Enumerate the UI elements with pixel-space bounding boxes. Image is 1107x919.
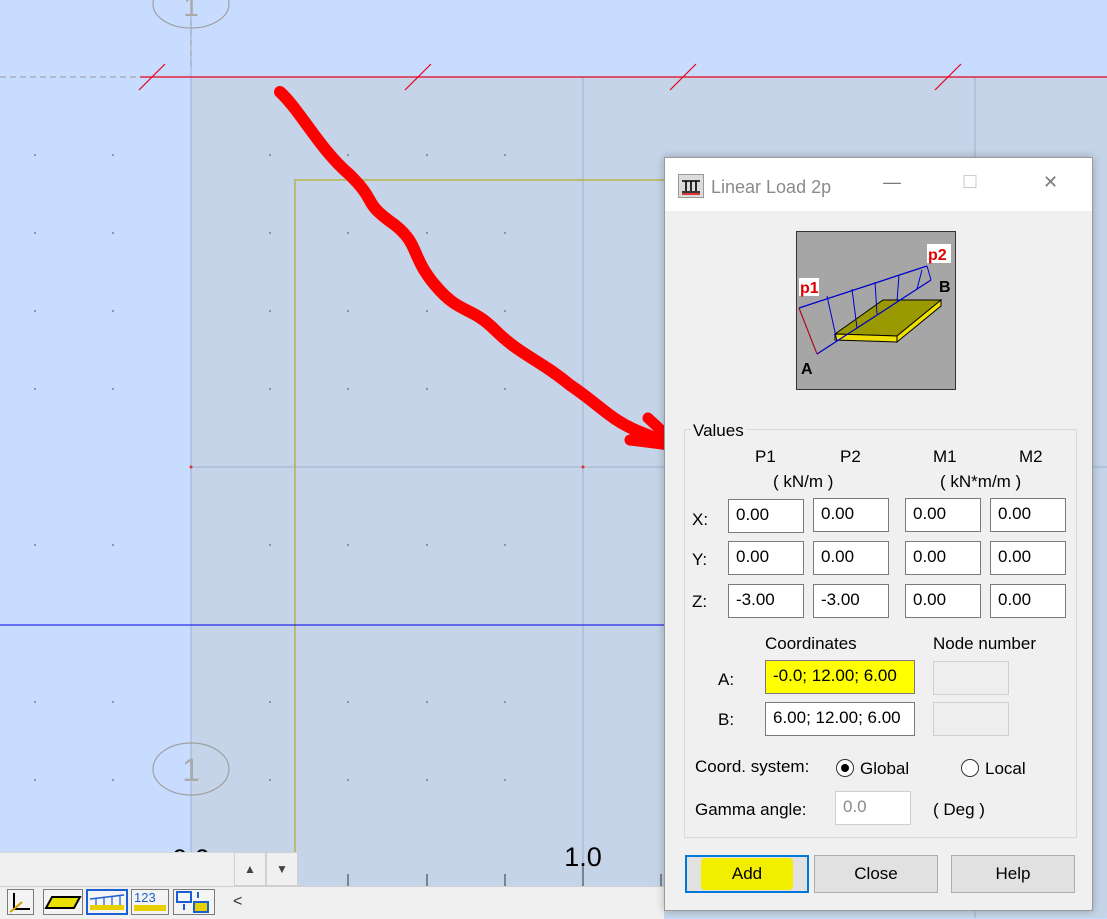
row-label-y: Y:	[692, 550, 708, 569]
point-b-coordinates-field[interactable]: 6.00; 12.00; 6.00	[765, 702, 915, 736]
minimize-button[interactable]: —	[883, 172, 901, 193]
illustration-p2: p2	[928, 247, 947, 264]
z-p1-field[interactable]: -3.00	[728, 584, 804, 618]
maximize-button: ☐	[962, 172, 978, 193]
spin-down-icon: ▼	[276, 862, 288, 876]
point-b-label: B:	[718, 710, 735, 729]
axis-label-bottom: 1	[182, 752, 200, 788]
header-p1: P1	[755, 447, 776, 466]
chevron-left-icon: <	[233, 893, 243, 910]
y-p1-field[interactable]: 0.00	[728, 541, 804, 575]
layout-icon[interactable]	[173, 889, 215, 915]
coord-system-label: Coord. system:	[695, 757, 810, 776]
status-area	[0, 852, 234, 887]
close-window-button[interactable]: ✕	[1043, 172, 1058, 193]
axis-label-top: 1	[183, 0, 199, 22]
title-bar[interactable]: Linear Load 2p — ☐ ✕	[665, 158, 1092, 211]
y-p2-field[interactable]: 0.00	[813, 541, 889, 575]
numbering-text: 123	[134, 890, 156, 905]
values-group-label: Values	[691, 421, 746, 441]
spin-up-icon: ▲	[244, 862, 256, 876]
header-m2: M2	[1019, 447, 1043, 466]
add-button-label: Add	[731, 864, 763, 883]
point-a-node-field	[933, 661, 1009, 695]
numbering-icon[interactable]: 123	[131, 889, 169, 915]
units-force: ( kN/m )	[773, 472, 834, 491]
illustration-a: A	[801, 361, 813, 378]
local-radio[interactable]	[961, 759, 979, 777]
linear-load-title-icon	[678, 174, 704, 198]
axis-tool-icon[interactable]	[7, 889, 34, 915]
minimize-icon: —	[883, 172, 901, 192]
row-label-x: X:	[692, 510, 709, 529]
x-p2-field[interactable]: 0.00	[813, 498, 889, 532]
help-button[interactable]: Help	[951, 855, 1075, 893]
gamma-unit-label: ( Deg )	[933, 800, 985, 819]
y-m1-field[interactable]: 0.00	[905, 541, 981, 575]
spin-up-button[interactable]: ▲	[234, 852, 266, 886]
local-radio-label[interactable]: Local	[985, 759, 1026, 779]
x-tick-1: 1.0	[564, 842, 602, 872]
point-a-coordinates-field[interactable]: -0.0; 12.00; 6.00	[765, 660, 915, 694]
gamma-angle-label: Gamma angle:	[695, 800, 807, 819]
row-label-z: Z:	[692, 592, 708, 611]
node-number-header: Node number	[933, 634, 1037, 653]
z-m2-field[interactable]: 0.00	[990, 584, 1066, 618]
maximize-icon: ☐	[962, 172, 979, 192]
illustration-p1: p1	[800, 280, 819, 297]
global-radio[interactable]	[836, 759, 854, 777]
point-b-node-field	[933, 702, 1009, 736]
plate-icon[interactable]	[43, 889, 83, 915]
z-m1-field[interactable]: 0.00	[905, 584, 981, 618]
dialog-title: Linear Load 2p	[711, 177, 832, 197]
load-illustration: p1 p2 A B	[796, 231, 956, 390]
y-m2-field[interactable]: 0.00	[990, 541, 1066, 575]
linear-load-dialog: Linear Load 2p — ☐ ✕ p1 p2 A B Values P1…	[664, 157, 1093, 911]
x-p1-field[interactable]: 0.00	[728, 499, 804, 533]
help-button-label: Help	[995, 864, 1031, 883]
coordinates-header: Coordinates	[765, 634, 857, 653]
header-p2: P2	[840, 447, 861, 466]
scroll-left-button[interactable]: <	[233, 893, 242, 911]
z-p2-field[interactable]: -3.00	[813, 584, 889, 618]
x-m1-field[interactable]: 0.00	[905, 498, 981, 532]
gamma-angle-field[interactable]: 0.0	[835, 791, 911, 825]
linear-load-icon[interactable]	[86, 889, 128, 915]
global-radio-label[interactable]: Global	[860, 759, 909, 779]
close-button-label: Close	[854, 864, 898, 883]
point-a-label: A:	[718, 670, 735, 689]
header-m1: M1	[933, 447, 957, 466]
illustration-b: B	[939, 279, 951, 296]
close-button[interactable]: Close	[814, 855, 938, 893]
x-m2-field[interactable]: 0.00	[990, 498, 1066, 532]
spin-down-button[interactable]: ▼	[266, 852, 298, 886]
close-icon: ✕	[1043, 172, 1059, 192]
add-button[interactable]: Add	[685, 855, 809, 893]
units-moment: ( kN*m/m )	[940, 472, 1022, 491]
